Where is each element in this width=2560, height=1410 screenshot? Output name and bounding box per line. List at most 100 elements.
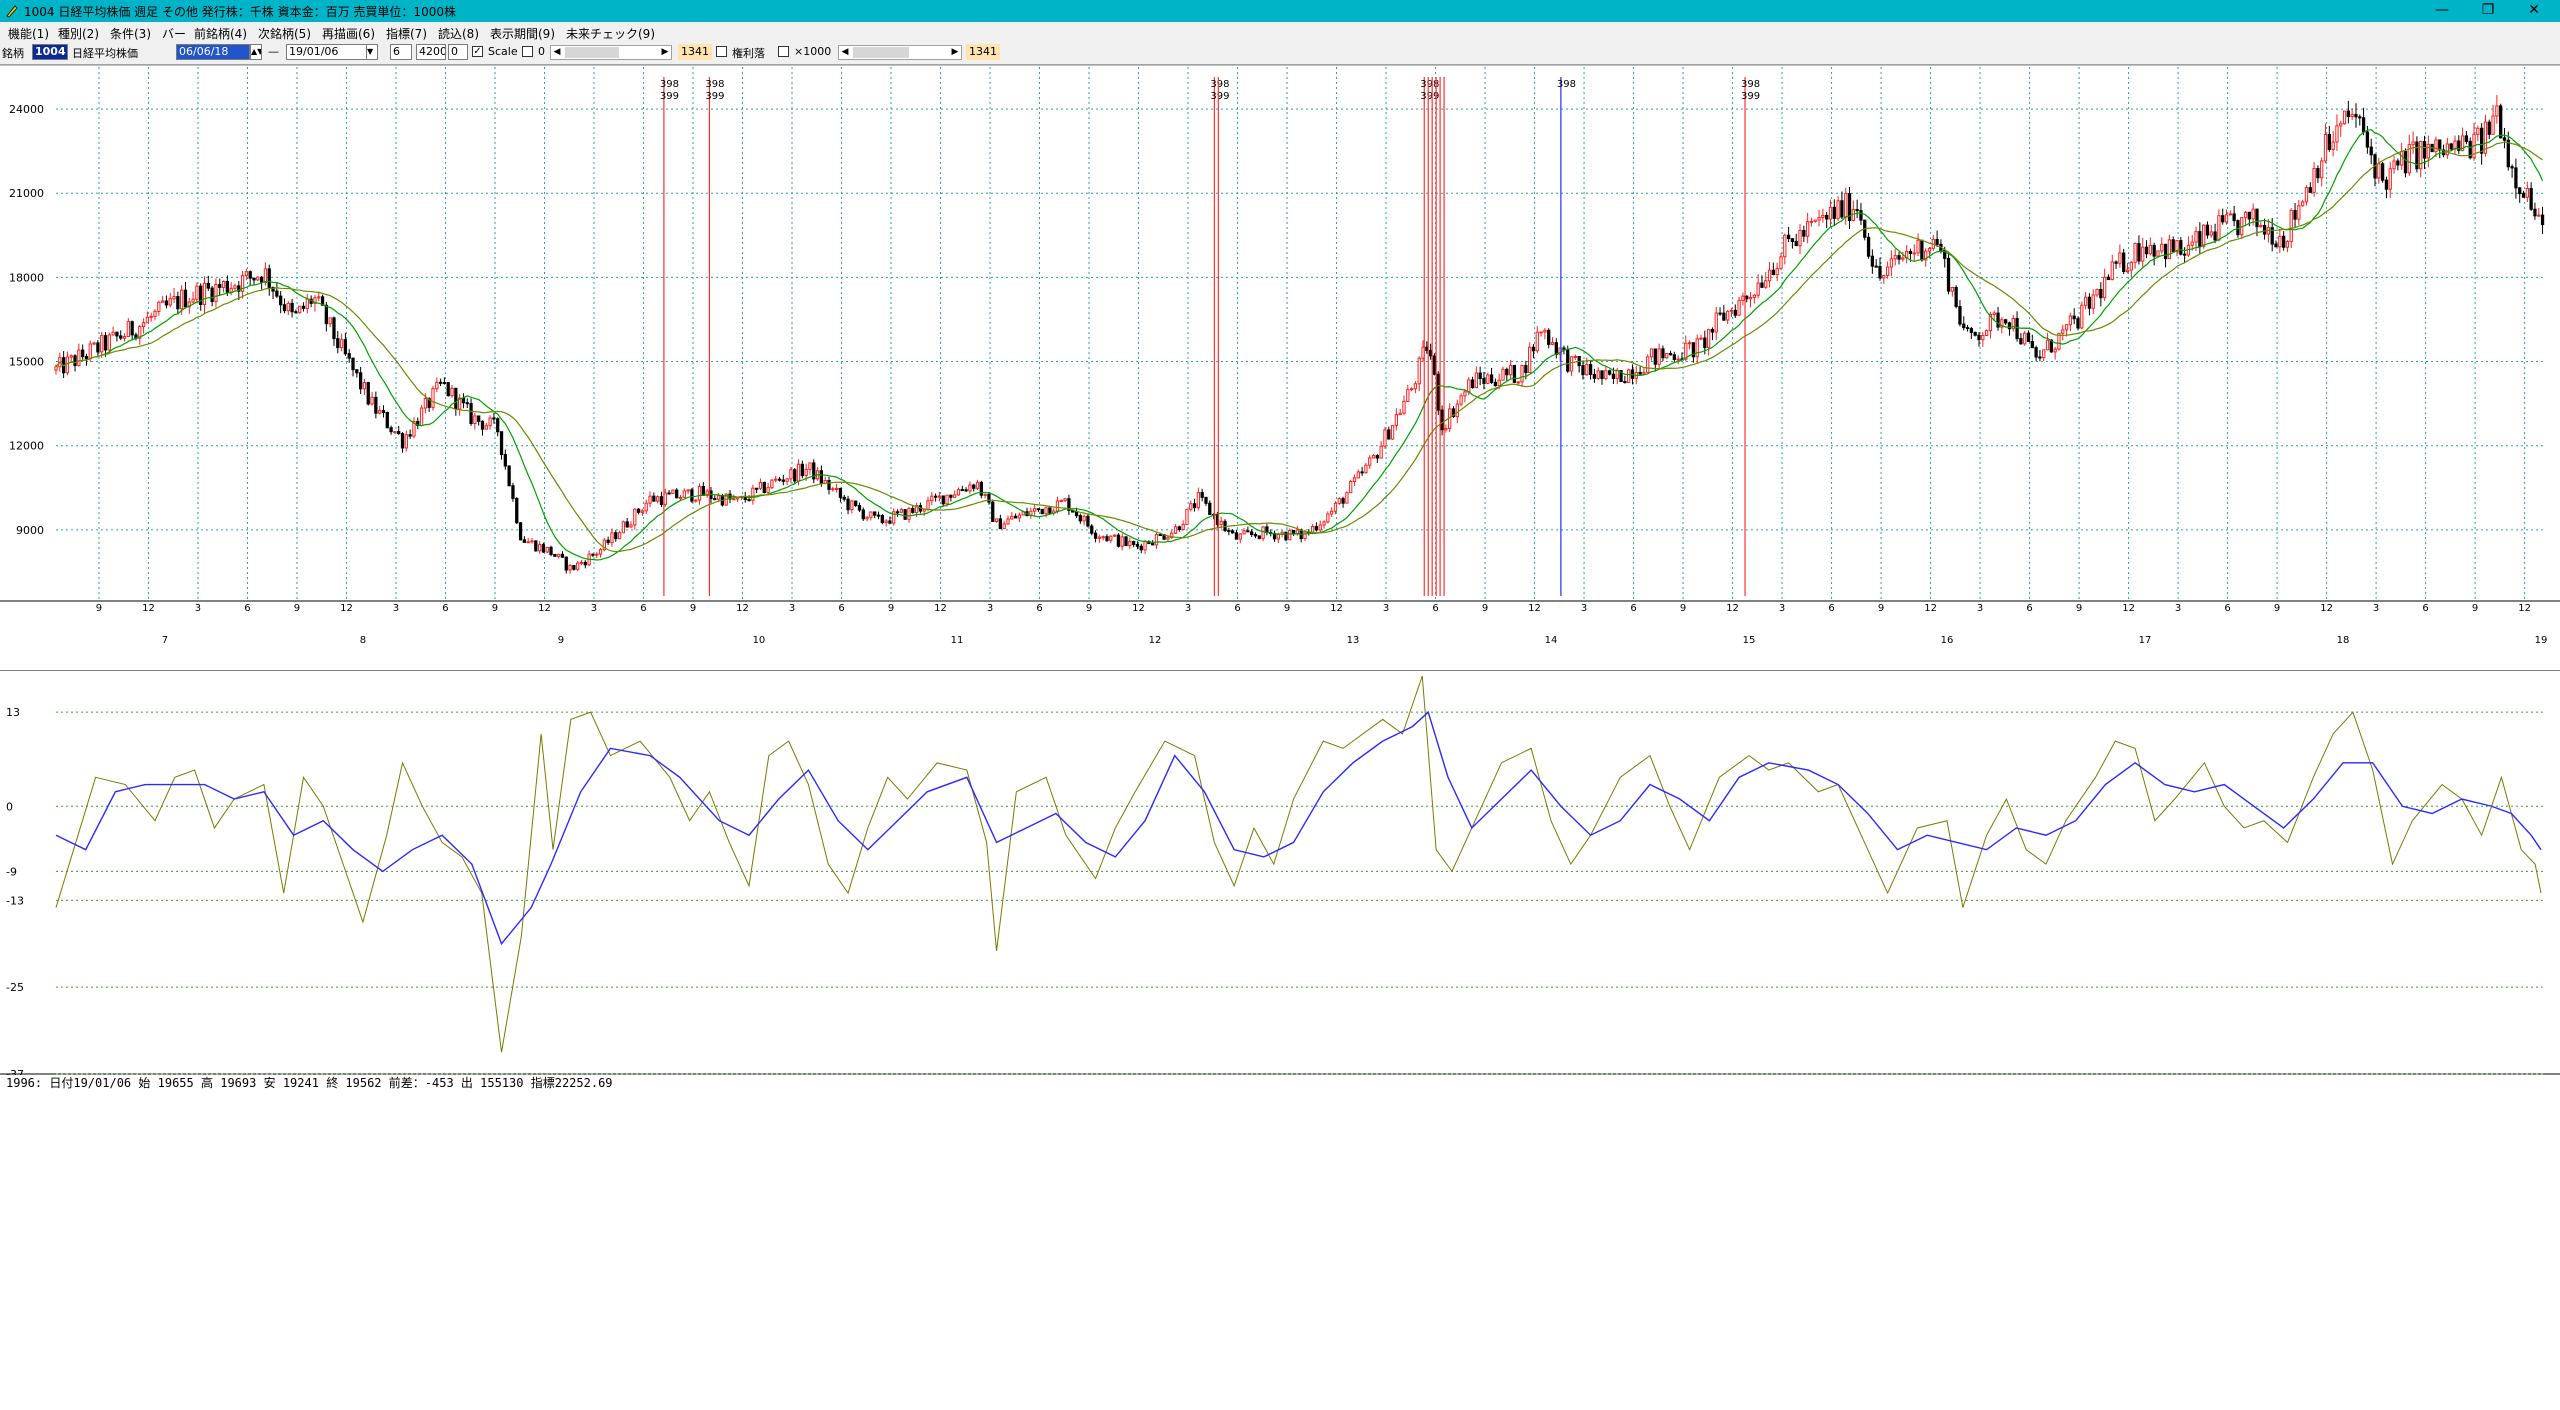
candle-body — [92, 342, 96, 345]
candle-body — [2083, 296, 2088, 306]
window-title: 1004 日経平均株価 週足 その他 発行株：千株 資本金：百万 売買単位：10… — [24, 5, 456, 19]
candle-body — [716, 495, 721, 500]
scrollbar-1[interactable]: ◀ ▶ — [550, 45, 672, 60]
scroll-left-icon[interactable]: ◀ — [551, 46, 563, 59]
month-tick-label: 6 — [2224, 603, 2230, 614]
multiplier-checkbox[interactable] — [778, 46, 789, 57]
candle-body — [880, 515, 884, 524]
chevron-down-icon[interactable]: ▼ — [366, 44, 378, 60]
candle-body — [65, 356, 70, 374]
candle-body — [1604, 370, 1608, 380]
candle-body — [438, 381, 443, 384]
scroll-thumb[interactable] — [565, 47, 619, 58]
month-tick-label: 6 — [640, 603, 646, 614]
scroll-thumb[interactable] — [853, 47, 909, 58]
scroll-left-icon[interactable]: ◀ — [839, 46, 851, 59]
menu-display-period[interactable]: 表示期間(9) — [490, 25, 555, 42]
candle-body — [937, 495, 942, 498]
candle-body — [2152, 244, 2156, 257]
scale-label: Scale — [488, 45, 518, 58]
candle-body — [77, 349, 81, 367]
scroll-right-icon[interactable]: ▶ — [659, 46, 671, 59]
candle-body — [1101, 536, 1105, 539]
menu-type[interactable]: 種別(2) — [58, 25, 99, 42]
menu-future-check[interactable]: 未来チェック(9) — [566, 25, 655, 42]
code-field[interactable]: 1004 — [32, 44, 68, 60]
restore-button[interactable]: ❐ — [2466, 0, 2510, 22]
price-y-tick-label: 12000 — [9, 440, 44, 453]
candle-body — [446, 382, 450, 397]
candle-body — [2251, 208, 2255, 220]
status-indicator: 指標22252.69 — [530, 1076, 613, 1090]
signal-label: 399 — [1210, 91, 1229, 102]
candle-body — [1543, 329, 1547, 333]
candle-body — [2278, 235, 2282, 248]
candle-body — [1135, 543, 1140, 547]
candle-body — [2419, 141, 2423, 170]
candle-body — [972, 484, 976, 489]
rights-checkbox[interactable] — [716, 46, 727, 57]
value1-field[interactable]: 4200 — [416, 44, 446, 60]
scale-checkbox[interactable]: ✓ — [472, 46, 483, 57]
candle-body — [751, 487, 755, 501]
close-button[interactable]: ✕ — [2512, 0, 2556, 22]
candle-body — [1699, 337, 1703, 340]
period-field[interactable]: 6 — [390, 44, 412, 60]
candle-body — [1661, 348, 1665, 359]
menu-indicator[interactable]: 指標(7) — [386, 25, 427, 42]
oscillator-chart[interactable]: 130-9-13-25-37 — [0, 670, 2560, 1075]
scrollbar-2[interactable]: ◀ ▶ — [838, 45, 962, 60]
scroll-right-icon[interactable]: ▶ — [949, 46, 961, 59]
candle-body — [1687, 342, 1692, 345]
candle-body — [252, 277, 256, 281]
osc-y-tick-label: -13 — [6, 894, 24, 907]
candle-body — [1497, 379, 1501, 387]
candle-body — [1726, 310, 1730, 321]
candle-body — [1379, 445, 1383, 459]
candle-body — [1786, 234, 1791, 240]
month-tick-label: 12 — [2518, 603, 2531, 614]
candle-body — [1455, 403, 1459, 418]
candle-body — [1821, 214, 1825, 219]
candle-body — [480, 420, 485, 430]
date-from-spinner[interactable]: ▲▼ — [250, 44, 262, 60]
candle-body — [675, 489, 679, 499]
candle-body — [1364, 464, 1368, 474]
menu-next-symbol[interactable]: 次銘柄(5) — [258, 25, 311, 42]
menu-bar-type[interactable]: バー — [162, 25, 186, 42]
candle-body — [275, 290, 279, 297]
month-tick-label: 3 — [1383, 603, 1389, 614]
candle-body — [2004, 319, 2008, 324]
candle-body — [781, 479, 785, 482]
candle-body — [1588, 364, 1593, 375]
menu-redraw[interactable]: 再描画(6) — [322, 25, 375, 42]
price-chart[interactable]: 24000 21000 18000 15000 12000 9000 9 12 3 6 9 12 3 6 9… — [0, 65, 2560, 660]
candle-body — [1828, 206, 1833, 220]
candle-body — [534, 540, 538, 552]
candle-body — [1032, 508, 1037, 512]
value2-field[interactable]: 0 — [448, 44, 468, 60]
candle-body — [2068, 315, 2073, 326]
signal-label: 399 — [705, 91, 724, 102]
date-from-field[interactable]: 06/06/18 — [176, 44, 250, 60]
candle-body — [2297, 205, 2301, 220]
candle-body — [2400, 151, 2404, 166]
candle-body — [1756, 282, 1760, 296]
menu-load[interactable]: 読込(8) — [438, 25, 479, 42]
candle-body — [1775, 267, 1779, 276]
candle-body — [81, 349, 85, 358]
date-to-field[interactable]: 19/01/06 — [286, 44, 378, 60]
minimize-button[interactable]: — — [2420, 0, 2464, 22]
candle-body — [994, 518, 999, 522]
candle-body — [1478, 372, 1482, 380]
candle-body — [1596, 370, 1600, 379]
scale-zero-checkbox[interactable] — [522, 46, 533, 57]
candle-body — [1173, 526, 1178, 534]
menu-prev-symbol[interactable]: 前銘柄(4) — [194, 25, 247, 42]
menu-function[interactable]: 機能(1) — [8, 25, 49, 42]
candle-body — [1794, 241, 1798, 247]
candle-body — [1962, 323, 1966, 329]
candle-body — [2392, 160, 2396, 170]
candle-body — [1090, 525, 1094, 534]
menu-condition[interactable]: 条件(3) — [110, 25, 151, 42]
